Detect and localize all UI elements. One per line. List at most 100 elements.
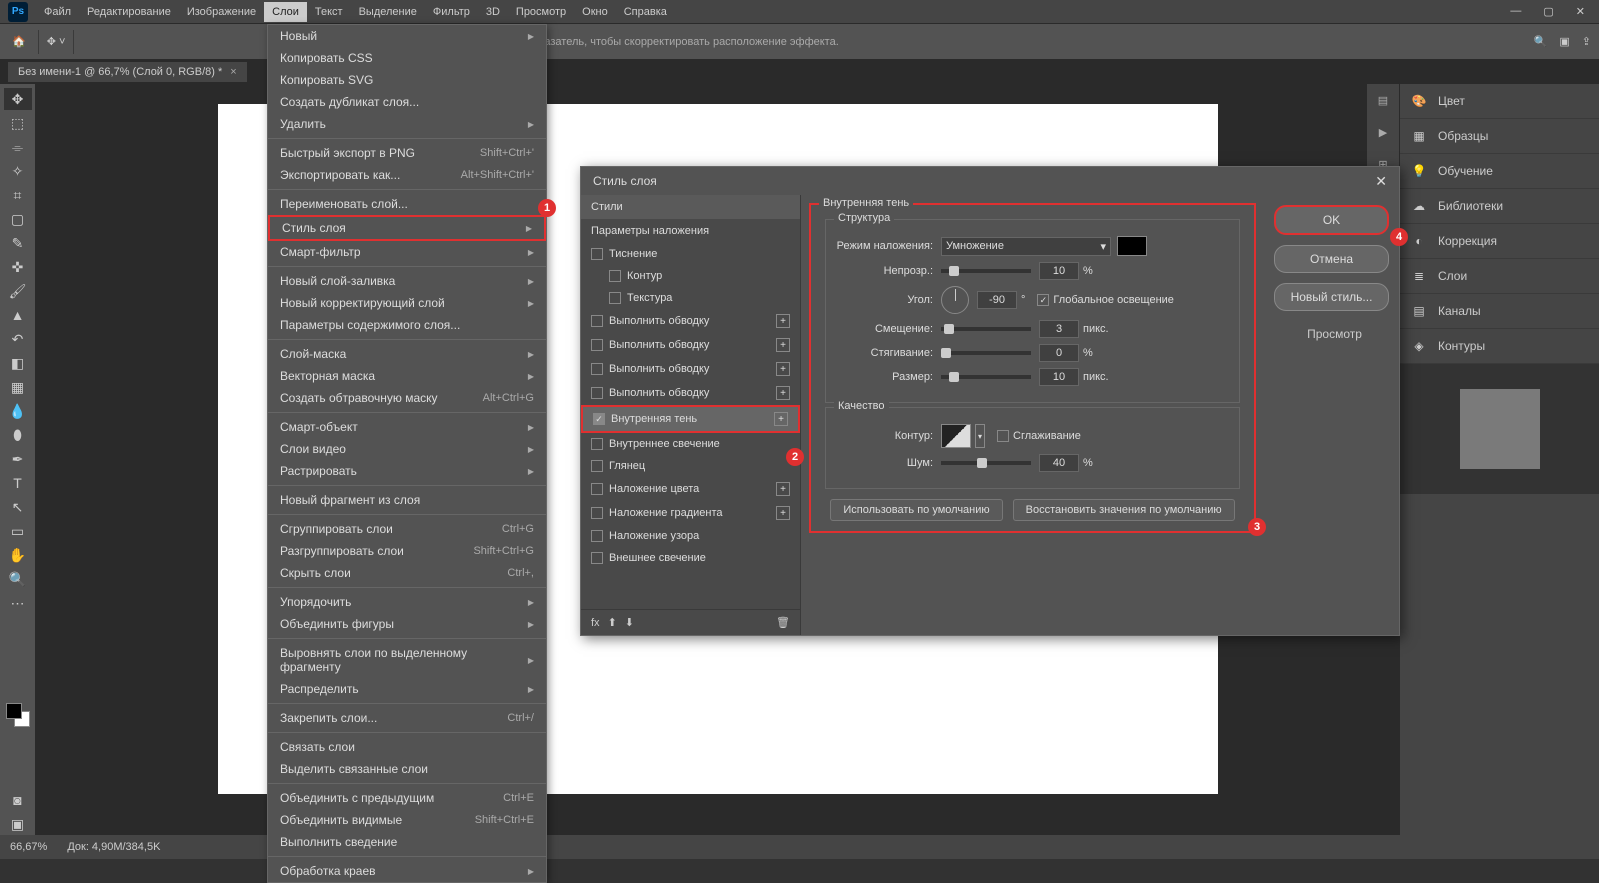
style-item[interactable]: Внешнее свечение [581, 547, 800, 569]
cancel-button[interactable]: Отмена [1274, 245, 1389, 273]
ok-button[interactable]: OK [1274, 205, 1389, 235]
menu-Слои[interactable]: Слои [264, 2, 307, 22]
styles-header[interactable]: Стили [581, 195, 800, 219]
type-tool[interactable]: T [4, 472, 32, 494]
fx-icon[interactable]: fx [591, 617, 600, 629]
opacity-slider[interactable] [941, 269, 1031, 273]
menu-item[interactable]: Сгруппировать слоиCtrl+G [268, 518, 546, 540]
menu-item[interactable]: Векторная маска [268, 365, 546, 387]
menu-item[interactable]: Обработка краев [268, 860, 546, 882]
up-icon[interactable]: ⬆ [608, 616, 617, 629]
menu-item[interactable]: Выполнить сведение [268, 831, 546, 853]
menu-item[interactable]: Объединить с предыдущимCtrl+E [268, 787, 546, 809]
menu-item[interactable]: Переименовать слой... [268, 193, 546, 215]
menu-item[interactable]: Параметры содержимого слоя... [268, 314, 546, 336]
distance-input[interactable] [1039, 320, 1079, 338]
contour-picker[interactable] [941, 424, 971, 448]
panel-Библиотеки[interactable]: ☁Библиотеки [1400, 189, 1599, 224]
menu-item[interactable]: Новый [268, 25, 546, 47]
hand-tool[interactable]: ✋ [4, 544, 32, 566]
panel-Цвет[interactable]: 🎨Цвет [1400, 84, 1599, 119]
panel-Слои[interactable]: ≣Слои [1400, 259, 1599, 294]
angle-input[interactable] [977, 291, 1017, 309]
screen-mode-icon[interactable]: ▣ [1559, 35, 1569, 48]
style-item[interactable]: Внутреннее свечение [581, 433, 800, 455]
style-item[interactable]: Контур [581, 265, 800, 287]
menu-item[interactable]: Смарт-фильтр [268, 241, 546, 263]
menu-Фильтр[interactable]: Фильтр [425, 2, 478, 22]
eraser-tool[interactable]: ◧ [4, 352, 32, 374]
menu-item[interactable]: Объединить фигуры [268, 613, 546, 635]
menu-item[interactable]: Распределить [268, 678, 546, 700]
gradient-tool[interactable]: ▦ [4, 376, 32, 398]
panel-Образцы[interactable]: ▦Образцы [1400, 119, 1599, 154]
menu-Окно[interactable]: Окно [574, 2, 616, 22]
style-item[interactable]: Текстура [581, 287, 800, 309]
search-icon[interactable]: 🔍 [1534, 35, 1548, 48]
menu-item[interactable]: Растрировать [268, 460, 546, 482]
menu-item[interactable]: Новый фрагмент из слоя [268, 489, 546, 511]
menu-item[interactable]: Связать слои [268, 736, 546, 758]
blur-tool[interactable]: 💧 [4, 400, 32, 422]
menu-Файл[interactable]: Файл [36, 2, 79, 22]
quickmask-icon[interactable]: ◙ [4, 789, 32, 811]
menu-item[interactable]: Разгруппировать слоиShift+Ctrl+G [268, 540, 546, 562]
distance-slider[interactable] [941, 327, 1031, 331]
opacity-input[interactable] [1039, 262, 1079, 280]
home-button[interactable]: 🏠 [8, 31, 30, 52]
noise-slider[interactable] [941, 461, 1031, 465]
menu-item[interactable]: Новый слой-заливка [268, 270, 546, 292]
move-tool[interactable]: ✥ [4, 88, 32, 110]
minimize-button[interactable]: — [1504, 3, 1527, 20]
play-icon[interactable]: ▶ [1373, 122, 1393, 142]
close-button[interactable]: ✕ [1570, 3, 1591, 20]
style-item[interactable]: Выполнить обводку+ [581, 357, 800, 381]
frame-tool[interactable]: ▢ [4, 208, 32, 230]
menu-Редактирование[interactable]: Редактирование [79, 2, 179, 22]
menu-item[interactable]: Упорядочить [268, 591, 546, 613]
menu-item[interactable]: Копировать CSS [268, 47, 546, 69]
menu-item[interactable]: Выделить связанные слои [268, 758, 546, 780]
panel-Контуры[interactable]: ◈Контуры [1400, 329, 1599, 364]
brush-tool[interactable]: 🖌 [4, 280, 32, 302]
move-tool-icon[interactable]: ✥ ˅ [47, 35, 66, 48]
menu-item[interactable]: Смарт-объект [268, 416, 546, 438]
style-item[interactable]: Выполнить обводку+ [581, 309, 800, 333]
document-tab[interactable]: Без имени-1 @ 66,7% (Слой 0, RGB/8) * × [8, 62, 247, 82]
style-item[interactable]: Выполнить обводку+ [581, 333, 800, 357]
close-tab-icon[interactable]: × [230, 66, 236, 78]
menu-item[interactable]: Копировать SVG [268, 69, 546, 91]
wand-tool[interactable]: ✧ [4, 160, 32, 182]
size-input[interactable] [1039, 368, 1079, 386]
spread-input[interactable] [1039, 344, 1079, 362]
menu-Изображение[interactable]: Изображение [179, 2, 264, 22]
menu-item[interactable]: Скрыть слоиCtrl+, [268, 562, 546, 584]
menu-item[interactable]: Быстрый экспорт в PNGShift+Ctrl+' [268, 142, 546, 164]
menu-item[interactable]: Объединить видимыеShift+Ctrl+E [268, 809, 546, 831]
shape-tool[interactable]: ▭ [4, 520, 32, 542]
panel-Коррекция[interactable]: ◐Коррекция [1400, 224, 1599, 259]
menu-item[interactable]: Слой-маска [268, 343, 546, 365]
menu-Текст[interactable]: Текст [307, 2, 351, 22]
history-brush-tool[interactable]: ↶ [4, 328, 32, 350]
marquee-tool[interactable]: ⬚ [4, 112, 32, 134]
reset-default-button[interactable]: Восстановить значения по умолчанию [1013, 499, 1235, 521]
crop-tool[interactable]: ⌗ [4, 184, 32, 206]
healing-tool[interactable]: ✜ [4, 256, 32, 278]
blending-options[interactable]: Параметры наложения [581, 219, 800, 243]
menu-item[interactable]: Стиль слоя [268, 215, 546, 241]
style-item[interactable]: Наложение градиента+ [581, 501, 800, 525]
trash-icon[interactable]: 🗑 [776, 616, 790, 629]
shadow-color[interactable] [1117, 236, 1147, 256]
style-item[interactable]: Наложение цвета+ [581, 477, 800, 501]
zoom-level[interactable]: 66,67% [10, 841, 47, 853]
new-style-button[interactable]: Новый стиль... [1274, 283, 1389, 311]
menu-3D[interactable]: 3D [478, 2, 508, 22]
menu-item[interactable]: Создать обтравочную маскуAlt+Ctrl+G [268, 387, 546, 409]
style-item[interactable]: Глянец [581, 455, 800, 477]
global-light-checkbox[interactable] [1037, 294, 1049, 306]
menu-item[interactable]: Выровнять слои по выделенному фрагменту [268, 642, 546, 678]
angle-dial[interactable] [941, 286, 969, 314]
down-icon[interactable]: ⬇ [625, 616, 634, 629]
menu-Просмотр[interactable]: Просмотр [508, 2, 574, 22]
